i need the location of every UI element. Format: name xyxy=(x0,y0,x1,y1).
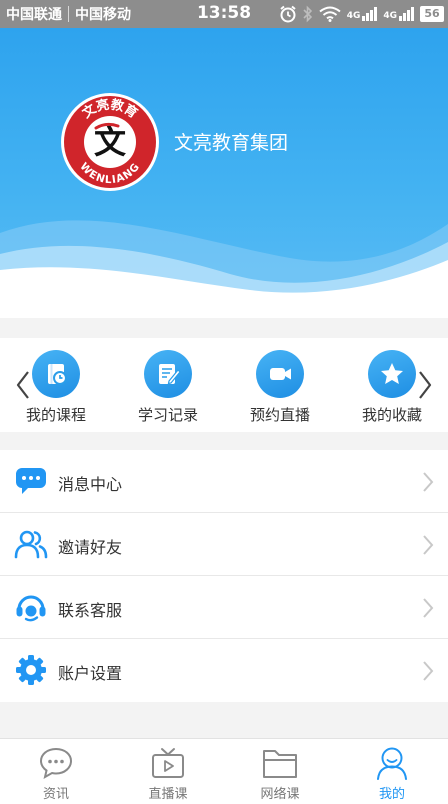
bluetooth-icon xyxy=(303,5,312,23)
wifi-icon xyxy=(319,6,341,22)
chevron-right-icon xyxy=(418,370,433,400)
menu-item-messages[interactable]: 消息中心 xyxy=(0,450,448,513)
folder-icon xyxy=(260,745,300,781)
shortcut-study-records[interactable]: 学习记录 xyxy=(112,350,224,425)
book-clock-icon xyxy=(32,350,80,398)
settings-menu: 消息中心 邀请好友 联系客服 账户设置 xyxy=(0,450,448,702)
tab-online-courses[interactable]: 网络课 xyxy=(224,745,336,802)
video-camera-icon xyxy=(256,350,304,398)
signal-1-icon: 4G xyxy=(347,7,378,21)
bottom-tab-bar: 资讯 直播课 网络课 我的 xyxy=(0,738,448,804)
chat-bubbles-icon xyxy=(14,464,48,498)
menu-item-customer-service[interactable]: 联系客服 xyxy=(0,576,448,639)
organization-name: 文亮教育集团 xyxy=(174,132,289,154)
tv-icon xyxy=(148,745,188,781)
carousel-prev-button[interactable] xyxy=(12,368,34,402)
menu-item-account-settings[interactable]: 账户设置 xyxy=(0,639,448,702)
star-icon xyxy=(368,350,416,398)
notepad-pen-icon xyxy=(144,350,192,398)
status-bar: 中国联通 中国移动 13:58 4G 4G 56 xyxy=(0,0,448,28)
status-icons: 4G 4G 56 xyxy=(279,3,444,25)
gear-icon xyxy=(14,653,48,687)
person-icon xyxy=(372,745,412,781)
chevron-right-icon xyxy=(423,598,434,618)
tab-mine[interactable]: 我的 xyxy=(336,745,448,802)
chevron-left-icon xyxy=(15,370,30,400)
svg-text:文: 文 xyxy=(94,123,126,161)
signal-2-icon: 4G xyxy=(383,7,414,21)
chevron-right-icon xyxy=(423,535,434,555)
company-logo: 文亮教育 WENLIANG 文 xyxy=(61,93,159,191)
alarm-icon xyxy=(280,5,296,23)
chat-bubble-icon xyxy=(36,745,76,781)
users-icon xyxy=(14,527,48,561)
menu-item-invite-friends[interactable]: 邀请好友 xyxy=(0,513,448,576)
profile-header: 文亮教育 WENLIANG 文 文亮教育集团 xyxy=(0,28,448,318)
shortcut-live-booking[interactable]: 预约直播 xyxy=(224,350,336,425)
carousel-next-button[interactable] xyxy=(414,368,436,402)
battery-icon: 56 xyxy=(420,6,444,22)
tab-live-courses[interactable]: 直播课 xyxy=(112,745,224,802)
shortcut-carousel: 我的课程 学习记录 预约直播 我的收藏 xyxy=(0,338,448,432)
chevron-right-icon xyxy=(423,472,434,492)
tab-news[interactable]: 资讯 xyxy=(0,745,112,802)
headset-icon xyxy=(14,590,48,624)
chevron-right-icon xyxy=(423,661,434,681)
